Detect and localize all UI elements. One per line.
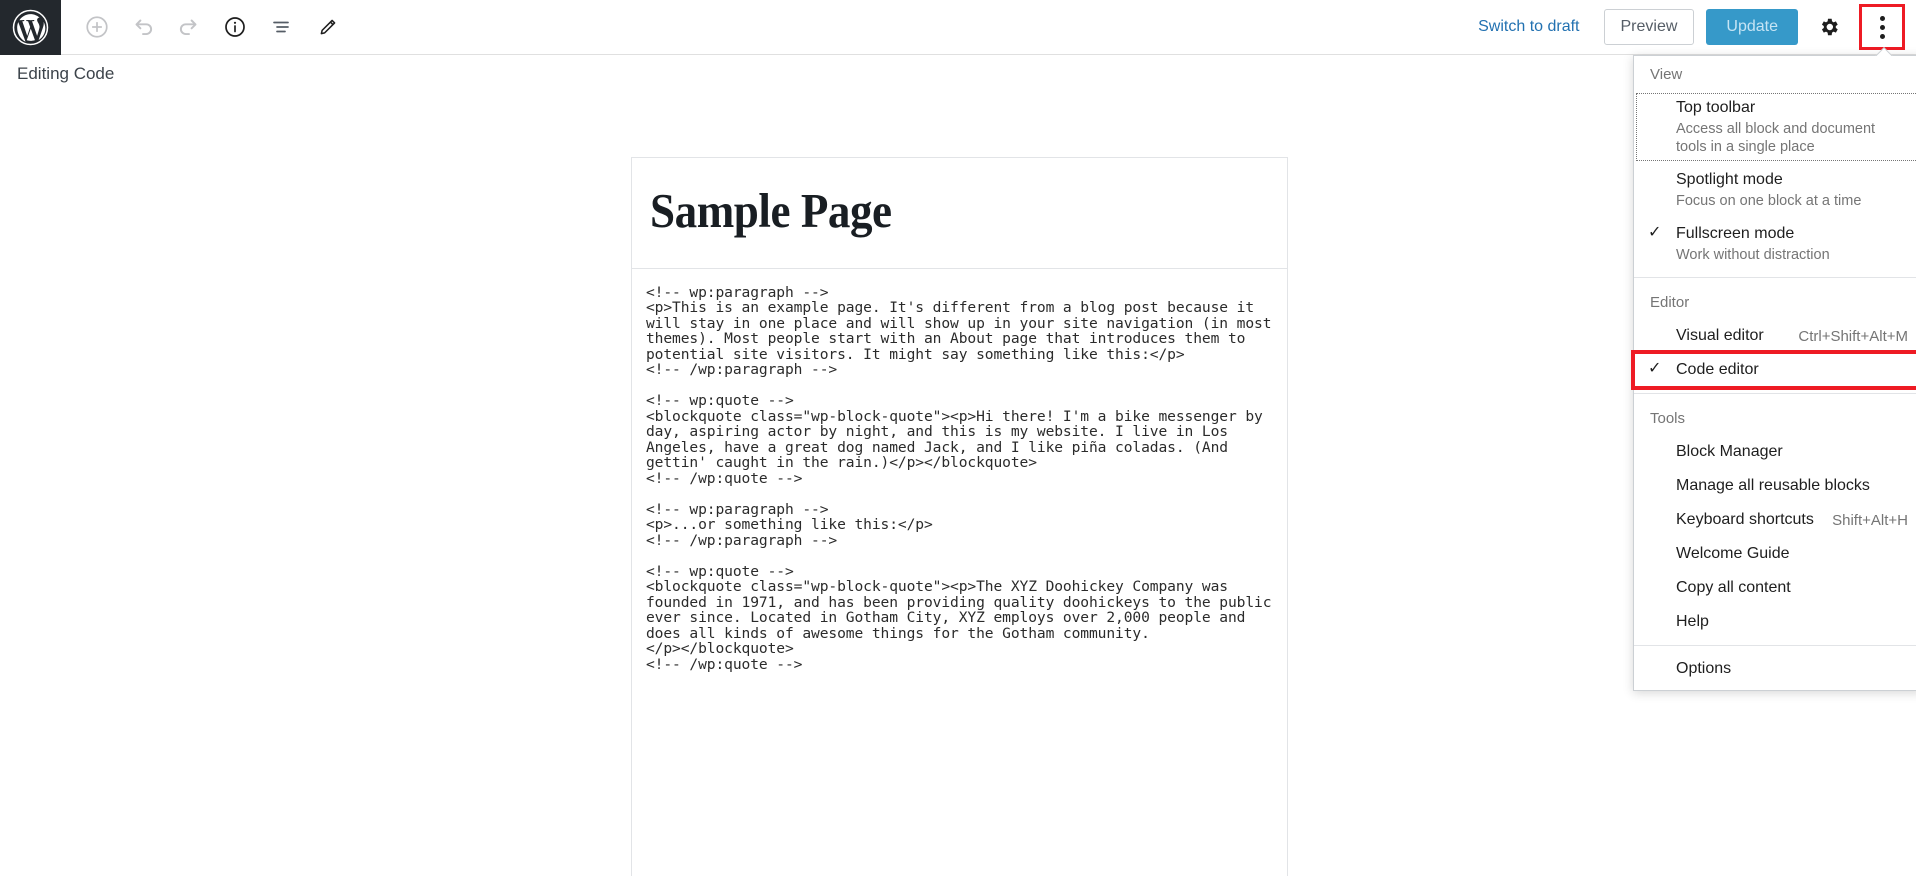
menu-item-description: Focus on one block at a time	[1676, 193, 1862, 209]
menu-item-description: Work without distraction	[1676, 247, 1830, 263]
menu-item-label: Manage all reusable blocks	[1676, 477, 1870, 494]
post-title-text: Sample Page	[650, 183, 892, 238]
menu-item-label: Help	[1676, 613, 1709, 630]
menu-group-label-tools: Tools	[1650, 410, 1686, 427]
menu-item-options[interactable]: Options	[1634, 652, 1916, 686]
preview-button[interactable]: Preview	[1603, 9, 1695, 45]
post-title-field[interactable]: Sample Page	[631, 157, 1288, 269]
menu-body: View Top toolbar Access all block and docu…	[1631, 56, 1916, 686]
menu-item-keyboard-shortcuts[interactable]: Keyboard shortcuts Shift+Alt+H	[1634, 503, 1916, 537]
menu-item-top-toolbar[interactable]: Top toolbar Access all block and document…	[1634, 91, 1916, 163]
more-options-dropdown-menu: View Top toolbar Access all block and docu…	[1631, 55, 1916, 691]
more-options-kebab-button[interactable]	[1859, 4, 1905, 50]
menu-caret-icon	[1875, 47, 1893, 56]
menu-item-visual-editor[interactable]: Visual editor Ctrl+Shift+Alt+M	[1634, 319, 1916, 353]
menu-item-label: Options	[1676, 660, 1732, 677]
undo-button[interactable]	[120, 4, 166, 50]
editor-top-bar: Switch to draft Preview Update	[0, 0, 1916, 55]
menu-divider	[1634, 393, 1916, 394]
menu-item-label: Block Manager	[1676, 443, 1783, 460]
menu-item-welcome-guide[interactable]: Welcome Guide	[1634, 537, 1916, 571]
menu-item-shortcut: Shift+Alt+H	[1832, 511, 1908, 529]
editor-subheader: Editing Code	[0, 55, 1916, 93]
menu-item-manage-reusable-blocks[interactable]: Manage all reusable blocks	[1634, 469, 1916, 503]
wordpress-logo-icon[interactable]	[0, 0, 61, 55]
update-button[interactable]: Update	[1706, 9, 1798, 45]
settings-gear-icon[interactable]	[1806, 4, 1852, 50]
menu-item-label: Keyboard shortcuts	[1676, 511, 1814, 528]
editor-canvas: Sample Page <!-- wp:paragraph --> <p>Thi…	[0, 93, 1916, 876]
menu-item-description: Access all block and document tools in a…	[1676, 121, 1876, 155]
menu-item-copy-all-content[interactable]: Copy all content	[1634, 571, 1916, 605]
menu-item-label: Fullscreen mode	[1676, 225, 1795, 242]
document-container: Sample Page <!-- wp:paragraph --> <p>Thi…	[631, 157, 1288, 876]
switch-to-draft-button[interactable]: Switch to draft	[1466, 10, 1591, 44]
menu-item-code-editor[interactable]: ✓ Code editor	[1631, 350, 1916, 390]
menu-group-label-editor: Editor	[1650, 294, 1690, 311]
menu-item-help[interactable]: Help	[1634, 605, 1916, 639]
menu-item-label: Visual editor	[1676, 327, 1764, 344]
menu-item-fullscreen-mode[interactable]: ✓ Fullscreen mode Work without distraction	[1634, 217, 1916, 271]
menu-item-label: Welcome Guide	[1676, 545, 1790, 562]
menu-divider	[1634, 277, 1916, 278]
pencil-icon[interactable]	[304, 4, 350, 50]
add-block-button[interactable]	[74, 4, 120, 50]
menu-item-spotlight-mode[interactable]: Spotlight mode Focus on one block at a ti…	[1634, 163, 1916, 217]
code-editor-textarea[interactable]: <!-- wp:paragraph --> <p>This is an exam…	[646, 285, 1273, 673]
top-bar-right-actions: Switch to draft Preview Update	[1466, 4, 1916, 50]
editing-mode-label: Editing Code	[17, 64, 115, 83]
redo-button[interactable]	[166, 4, 212, 50]
details-button[interactable]	[212, 4, 258, 50]
menu-item-block-manager[interactable]: Block Manager	[1634, 435, 1916, 469]
menu-item-label: Copy all content	[1676, 579, 1791, 596]
menu-item-label: Top toolbar	[1676, 99, 1756, 116]
menu-item-label: Spotlight mode	[1676, 171, 1783, 188]
editor-tools-group	[74, 4, 350, 50]
menu-item-shortcut: Ctrl+Shift+Alt+M	[1798, 327, 1908, 345]
menu-item-label: Code editor	[1676, 361, 1759, 378]
menu-divider	[1634, 645, 1916, 646]
check-icon: ✓	[1648, 360, 1662, 377]
kebab-menu-icon	[1879, 15, 1885, 39]
check-icon: ✓	[1648, 224, 1662, 241]
code-editor-area[interactable]: <!-- wp:paragraph --> <p>This is an exam…	[631, 268, 1288, 876]
menu-group-label-view: View	[1650, 66, 1683, 83]
list-view-button[interactable]	[258, 4, 304, 50]
